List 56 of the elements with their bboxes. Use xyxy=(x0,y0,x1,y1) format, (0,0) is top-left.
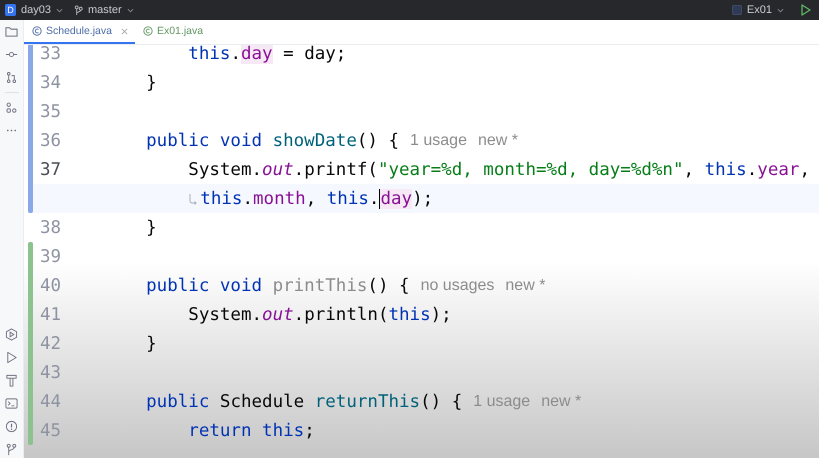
chevron-icon xyxy=(56,8,63,12)
line-number: 45 xyxy=(40,420,62,440)
line-number: 39 xyxy=(40,246,62,266)
line-number: 43 xyxy=(40,362,62,382)
line-number: 38 xyxy=(40,218,62,238)
code-line: public void printThis() { xyxy=(145,276,410,296)
close-icon[interactable] xyxy=(120,28,128,34)
inlay-hint[interactable]: new * xyxy=(478,132,518,150)
folder-icon[interactable] xyxy=(5,25,18,38)
code-line: return this; xyxy=(187,420,315,440)
branch-name[interactable]: master xyxy=(88,4,122,16)
run-config-name[interactable]: Ex01 xyxy=(746,4,772,16)
class-icon xyxy=(142,26,153,36)
code-line: public Schedule returnThis() { xyxy=(145,392,462,412)
soft-wrap-icon xyxy=(188,192,198,204)
line-number: 35 xyxy=(40,102,62,122)
code-line: } xyxy=(145,334,157,354)
added-lines-marker[interactable] xyxy=(28,242,33,445)
chevron-icon xyxy=(777,8,784,12)
code-line: } xyxy=(145,218,157,238)
project-name[interactable]: day03 xyxy=(21,4,51,16)
inlay-hint[interactable]: new * xyxy=(505,276,546,294)
line-number: 42 xyxy=(40,334,62,354)
code-line: System.out.printf("year=%d, month=%d, day=%d%n", this.year, xyxy=(187,160,810,180)
git-icon[interactable] xyxy=(5,443,18,456)
code-line: this.day = day; xyxy=(187,45,346,64)
changed-lines-marker[interactable] xyxy=(28,45,33,213)
code-line: public void showDate() { xyxy=(145,130,400,150)
line-number: 40 xyxy=(40,276,62,296)
code-line: this.month, this.day); xyxy=(200,188,434,208)
line-number: 37 xyxy=(40,160,62,180)
problems-icon[interactable] xyxy=(5,420,18,433)
file-tab[interactable]: Ex01.java xyxy=(134,20,210,44)
inlay-hint[interactable]: 1 usage xyxy=(410,132,467,150)
inlay-hint[interactable]: 1 usage xyxy=(473,392,530,410)
branch-icon xyxy=(74,4,83,16)
terminal-icon[interactable] xyxy=(5,397,18,410)
line-number: 44 xyxy=(40,392,62,412)
inlay-hint[interactable]: no usages xyxy=(420,276,494,294)
hammer-icon[interactable] xyxy=(5,374,18,387)
code-line: } xyxy=(145,72,157,92)
structure-icon[interactable] xyxy=(5,101,18,114)
project-badge[interactable]: D xyxy=(5,4,16,16)
class-icon xyxy=(32,26,42,36)
config-icon xyxy=(732,5,742,15)
run-icon[interactable] xyxy=(5,351,18,364)
chevron-icon xyxy=(126,8,134,12)
inlay-hint[interactable]: new * xyxy=(541,392,582,410)
line-number: 36 xyxy=(40,130,62,150)
line-number: 34 xyxy=(40,72,62,92)
pull-request-icon[interactable] xyxy=(5,71,18,84)
line-number: 33 xyxy=(40,45,62,64)
run-icon[interactable] xyxy=(801,4,811,16)
services-icon[interactable] xyxy=(5,328,18,341)
code-line: System.out.println(this); xyxy=(187,304,452,324)
line-number: 41 xyxy=(40,304,62,324)
